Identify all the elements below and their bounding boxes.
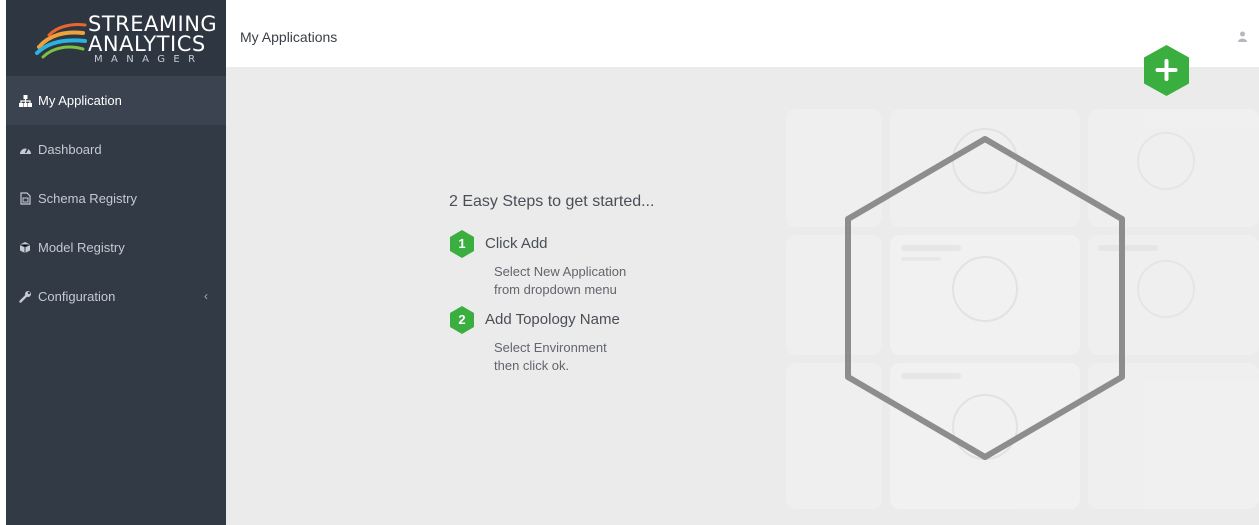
sidebar-item-model-registry[interactable]: Model Registry <box>6 223 226 272</box>
streaming-logo-icon <box>35 23 87 59</box>
top-header: My Applications <box>226 0 1259 67</box>
cube-icon <box>18 241 32 255</box>
sidebar-nav: My Application Dashboard Schema Registry… <box>6 76 226 321</box>
sidebar-item-schema-registry[interactable]: Schema Registry <box>6 174 226 223</box>
step-description-line: then click ok. <box>494 358 570 373</box>
sidebar: STREAMING ANALYTICS MANAGER My Applicati… <box>0 0 226 525</box>
step-description-line: Select New Application <box>494 264 627 279</box>
step-title: Click Add <box>485 235 548 252</box>
chevron-left-icon[interactable]: ‹ <box>204 289 208 303</box>
background-illustration <box>786 109 1259 509</box>
dashboard-icon <box>18 143 32 157</box>
add-application-button[interactable] <box>1143 44 1190 102</box>
sidebar-item-label: Dashboard <box>38 142 102 157</box>
user-icon[interactable] <box>1238 29 1247 47</box>
step-description: Select New Application from dropdown men… <box>494 263 654 299</box>
file-icon <box>18 192 32 206</box>
sidebar-item-label: Schema Registry <box>38 191 137 206</box>
wrench-icon <box>18 290 32 304</box>
sidebar-item-dashboard[interactable]: Dashboard <box>6 125 226 174</box>
step-description-line: from dropdown menu <box>494 282 617 297</box>
step-2: 2 Add Topology Name <box>449 305 654 335</box>
step-number: 1 <box>458 236 466 251</box>
page-title: My Applications <box>240 29 338 45</box>
step-number-badge: 1 <box>449 229 475 259</box>
sidebar-item-label: My Application <box>38 93 122 108</box>
sidebar-item-label: Model Registry <box>38 240 125 255</box>
sidebar-item-label: Configuration <box>38 289 116 304</box>
steps-title: 2 Easy Steps to get started... <box>449 193 655 210</box>
getting-started-steps: 2 Easy Steps to get started... 1 Click A… <box>449 193 654 375</box>
step-description-line: Select Environment <box>494 340 607 355</box>
step-number: 2 <box>458 312 466 327</box>
step-title: Add Topology Name <box>485 311 620 328</box>
main-content: 2 Easy Steps to get started... 1 Click A… <box>226 67 1259 525</box>
sidebar-item-configuration[interactable]: Configuration ‹ <box>6 272 226 321</box>
step-description: Select Environment then click ok. <box>494 339 654 375</box>
plus-icon <box>1144 45 1189 96</box>
brand-logo[interactable]: STREAMING ANALYTICS MANAGER <box>6 0 226 76</box>
sitemap-icon <box>18 94 32 108</box>
step-number-badge: 2 <box>449 305 475 335</box>
sidebar-item-my-application[interactable]: My Application <box>6 76 226 125</box>
brand-line-2: ANALYTICS <box>88 32 206 56</box>
brand-line-3: MANAGER <box>94 54 204 65</box>
step-1: 1 Click Add <box>449 229 654 259</box>
brand-line-1: STREAMING <box>88 12 218 36</box>
